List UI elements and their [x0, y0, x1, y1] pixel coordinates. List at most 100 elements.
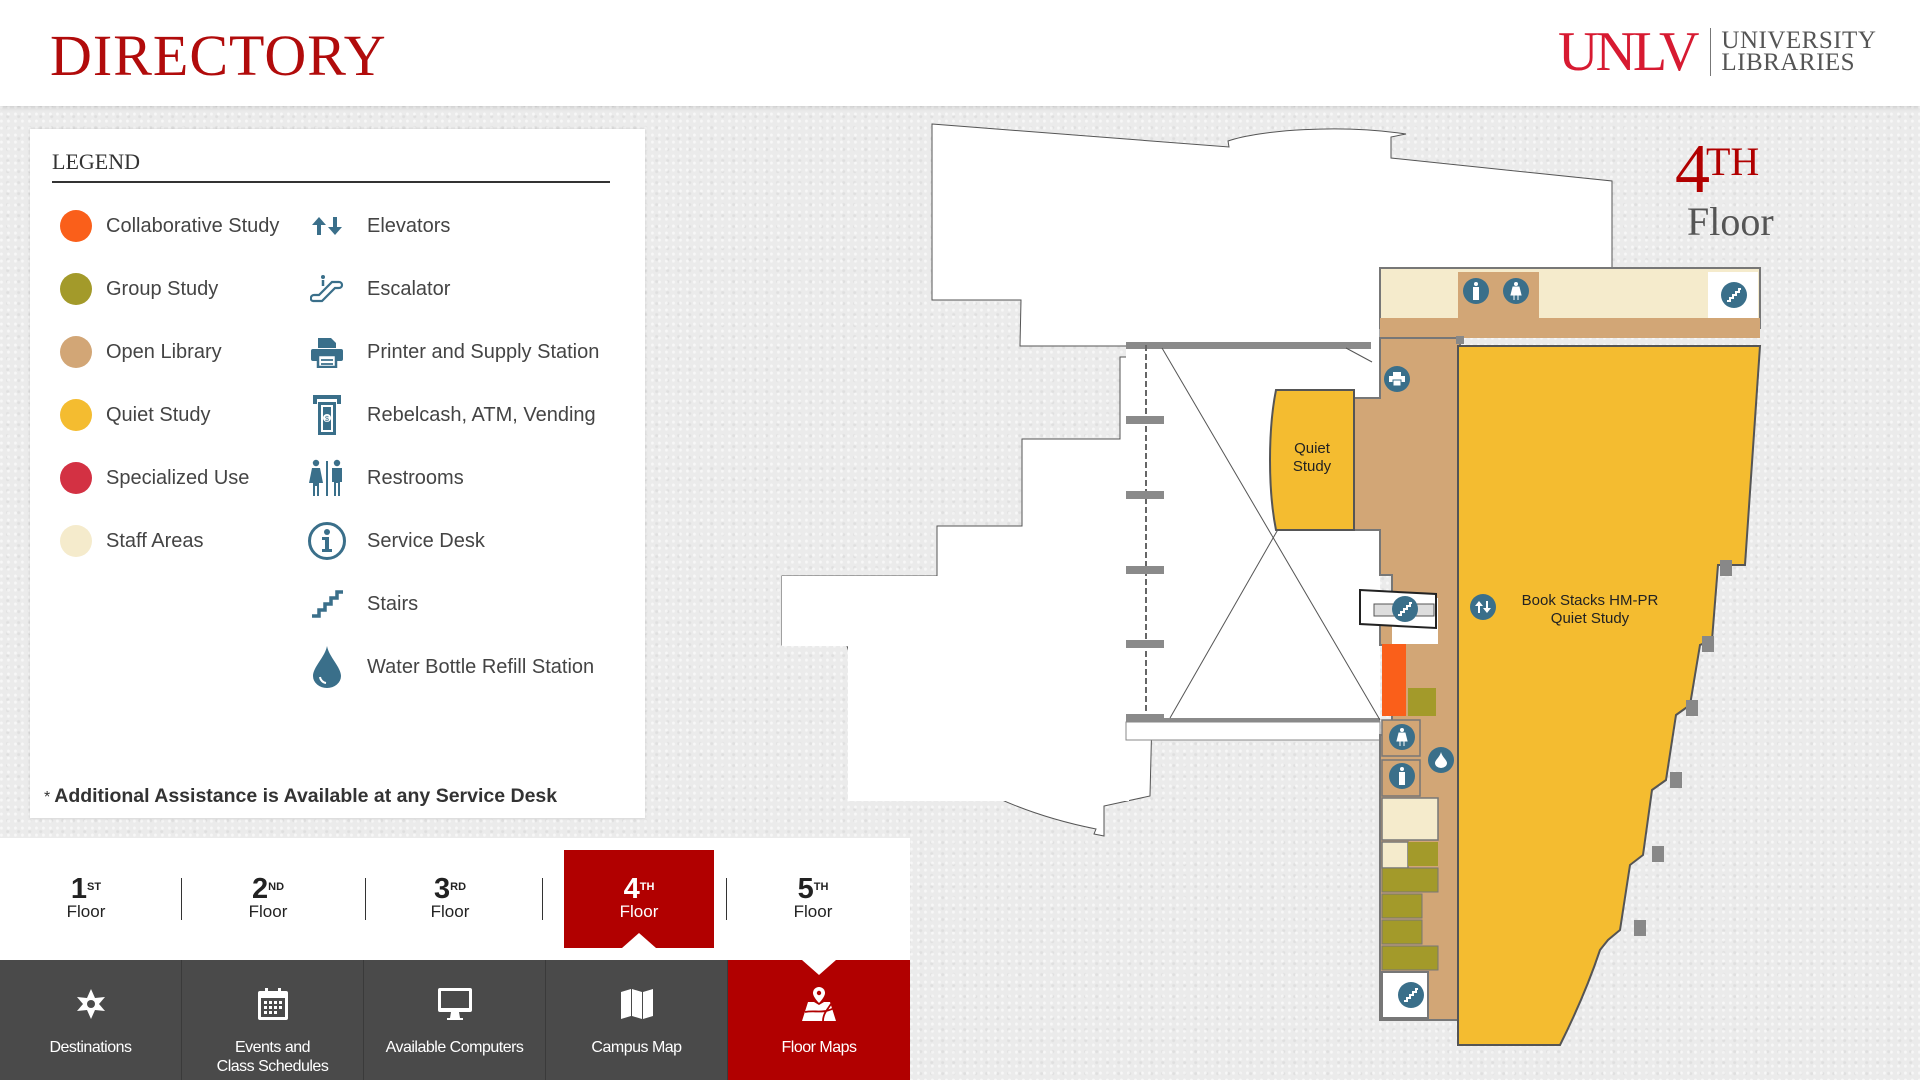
map-icon	[620, 984, 654, 1024]
atrium-fill	[848, 576, 1129, 801]
legend-label: Stairs	[367, 592, 419, 615]
atrium-void	[1126, 344, 1380, 724]
legend-title: LEGEND	[52, 149, 140, 174]
header: DIRECTORY UNLV UNIVERSITY LIBRARIES	[0, 0, 1920, 106]
floor-number: 3RD	[433, 873, 467, 905]
legend-panel: LEGEND Collaborative Study Group Study O…	[30, 129, 645, 818]
legend-item-atm: $ Rebelcash, ATM, Vending	[307, 395, 596, 435]
water-refill-map-icon	[1428, 747, 1454, 773]
legend-item-service-desk: Service Desk	[307, 521, 485, 561]
note-text: Additional Assistance is Available at an…	[54, 785, 558, 807]
restroom-men-map-icon	[1389, 763, 1415, 789]
tab-separator	[365, 878, 366, 920]
floor-label: Floor	[793, 902, 833, 921]
collaborative-study-swatch	[60, 210, 92, 242]
legend-item-staff-areas: Staff Areas	[60, 521, 203, 561]
legend-item-stairs: Stairs	[307, 584, 418, 624]
water-drop-icon	[307, 646, 347, 688]
legend-label: Collaborative Study	[106, 214, 280, 237]
legend-label: Open Library	[106, 340, 222, 363]
legend-item-restrooms: Restrooms	[307, 458, 464, 498]
legend-label: Water Bottle Refill Station	[367, 655, 595, 678]
unlv-libraries-logo: UNLV UNIVERSITY LIBRARIES	[1558, 24, 1876, 80]
floor-tab-5[interactable]: 5TH Floor	[738, 850, 888, 948]
nav-events-schedules[interactable]: Events and Class Schedules	[182, 960, 364, 1080]
logo-subtitle: UNIVERSITY LIBRARIES	[1721, 28, 1876, 76]
floor-heading-word: Floor	[1687, 199, 1774, 244]
floor-tab-3[interactable]: 3RD Floor	[375, 850, 525, 948]
book-stacks-quiet-study	[1457, 345, 1762, 1046]
legend-item-quiet-study: Quiet Study	[60, 395, 211, 435]
legend-item-escalator: Escalator	[307, 269, 450, 309]
legend-item-open-library: Open Library	[60, 332, 222, 372]
floor-number: 5TH	[797, 873, 829, 905]
compass-icon	[75, 984, 107, 1024]
assistance-note: * Additional Assistance is Available at a…	[44, 785, 557, 808]
nav-available-computers[interactable]: Available Computers	[364, 960, 546, 1080]
legend-divider	[52, 181, 610, 183]
escalator-stairs-map-icon	[1392, 596, 1418, 622]
corridor-top	[1380, 318, 1760, 338]
specialized-use-swatch	[60, 462, 92, 494]
elevator-map-icon	[1470, 594, 1496, 620]
floor-tab-2[interactable]: 2ND Floor	[193, 850, 343, 948]
legend-item-elevators: Elevators	[307, 206, 450, 246]
legend-item-water-refill: Water Bottle Refill Station	[307, 646, 595, 688]
floor-selector: 1ST Floor 2ND Floor 3RD Floor 4TH Floor …	[0, 838, 910, 960]
legend-label: Restrooms	[367, 466, 464, 489]
quiet-study-swatch	[60, 399, 92, 431]
info-icon	[307, 521, 347, 561]
floor-label: Floor	[619, 902, 659, 921]
legend-label: Specialized Use	[106, 466, 250, 489]
floor-number: 1ST	[70, 873, 102, 905]
legend-label: Rebelcash, ATM, Vending	[367, 403, 596, 426]
stairs-map-icon	[1721, 282, 1747, 308]
legend-item-specialized-use: Specialized Use	[60, 458, 249, 498]
room-label-book-stacks: Book Stacks HM-PR Quiet Study	[1521, 592, 1659, 627]
building-outline	[781, 123, 1613, 646]
floor-label: Floor	[430, 902, 470, 921]
note-asterisk: *	[44, 789, 51, 806]
floor-map-icon	[801, 984, 837, 1024]
nav-label: Floor Maps	[781, 1039, 857, 1056]
page-title: DIRECTORY	[50, 23, 387, 88]
nav-floor-maps[interactable]: Floor Maps	[728, 960, 910, 1080]
restroom-women-map-icon	[1503, 278, 1529, 304]
staff-area-lower	[1381, 797, 1439, 841]
floor-tab-1[interactable]: 1ST Floor	[11, 850, 161, 948]
collaborative-study-room	[1382, 644, 1406, 716]
floor-number: 2ND	[251, 873, 285, 905]
floor-heading-suffix: TH	[1706, 139, 1760, 184]
legend-item-printer: Printer and Supply Station	[307, 332, 599, 372]
legend-label: Quiet Study	[106, 403, 211, 426]
atm-icon: $	[307, 395, 347, 435]
printer-map-icon	[1384, 366, 1410, 392]
stairs-icon	[307, 584, 347, 624]
nav-label: Destinations	[49, 1039, 132, 1056]
printer-icon	[307, 332, 347, 372]
tab-separator	[542, 878, 543, 920]
open-library-swatch	[60, 336, 92, 368]
restroom-women-map-icon	[1389, 724, 1415, 750]
columns	[1456, 336, 1732, 936]
logo-line-2: LIBRARIES	[1721, 49, 1856, 76]
legend-item-group-study: Group Study	[60, 269, 218, 309]
legend-label: Staff Areas	[106, 529, 204, 552]
elevator-icon	[307, 206, 347, 246]
floor-label: Floor	[66, 902, 106, 921]
floor-heading-number: 4	[1675, 131, 1710, 208]
nav-destinations[interactable]: Destinations	[0, 960, 182, 1080]
floor-number: 4TH	[623, 873, 655, 905]
floor-tab-4[interactable]: 4TH Floor	[564, 850, 714, 948]
open-library-corridor	[1349, 337, 1461, 1021]
nav-campus-map[interactable]: Campus Map	[546, 960, 728, 1080]
floor-label: Floor	[248, 902, 288, 921]
tab-separator	[726, 878, 727, 920]
legend-label: Escalator	[367, 277, 451, 300]
monitor-icon	[437, 984, 473, 1024]
legend-label: Printer and Supply Station	[367, 340, 600, 363]
nav-label: Campus Map	[591, 1039, 682, 1056]
group-study-room	[1408, 688, 1436, 716]
staff-area-top	[1379, 267, 1761, 329]
staff-areas-swatch	[60, 525, 92, 557]
